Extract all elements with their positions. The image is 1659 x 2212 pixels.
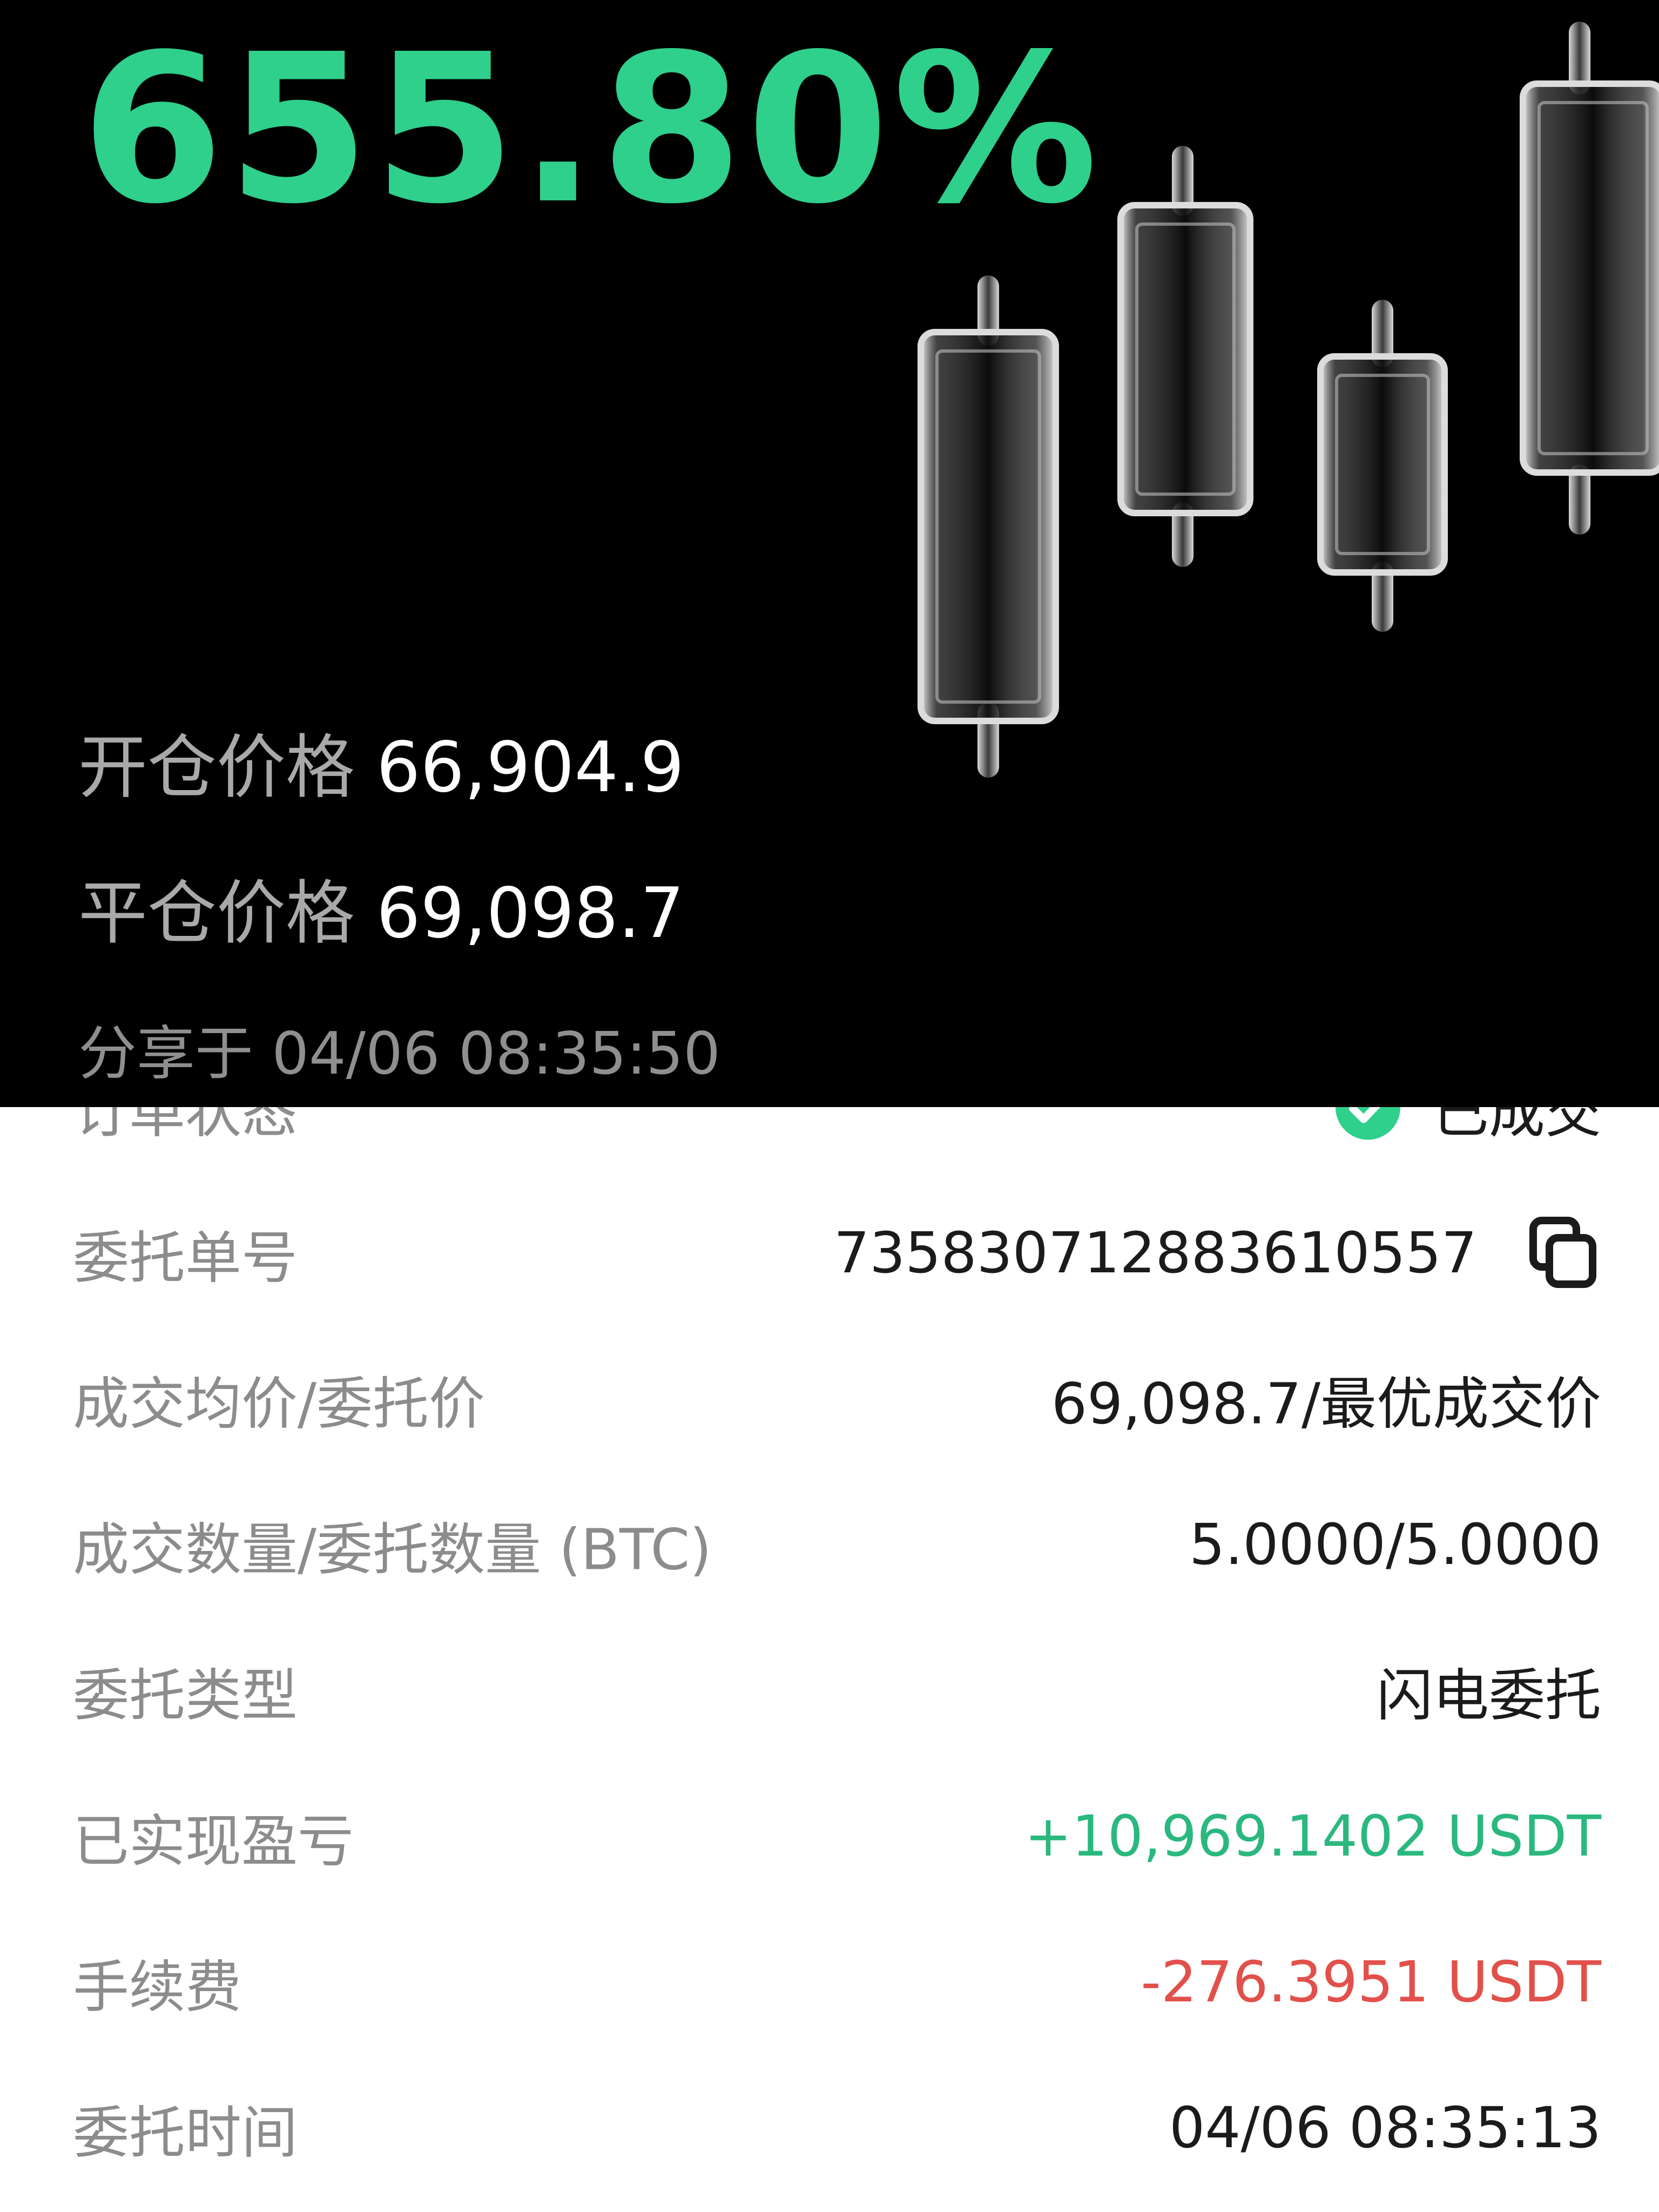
avg-price-label: 成交均价/委托价 (73, 1371, 485, 1437)
detail-row-avg-price: 成交均价/委托价 69,098.7/最优成交价 (73, 1355, 1601, 1442)
order-type-value: 闪电委托 (1376, 1662, 1601, 1729)
glass-candlesticks-illustration (918, 22, 1659, 778)
order-id-value-wrap: 735830712883610557 (834, 1215, 1601, 1291)
fee-label: 手续费 (73, 1954, 242, 2020)
quantity-value: 5.0000/5.0000 (1189, 1512, 1601, 1577)
copy-icon[interactable] (1526, 1215, 1601, 1291)
avg-price-value: 69,098.7/最优成交价 (1051, 1371, 1601, 1437)
detail-row-order-type: 委托类型 闪电委托 (73, 1647, 1601, 1734)
realized-pnl-label: 已实现盈亏 (73, 1808, 354, 1874)
close-price-label: 平仓价格 (78, 873, 355, 954)
share-timestamp: 分享于 04/06 08:35:50 (78, 1020, 720, 1088)
glass-candle-3 (1317, 300, 1448, 632)
order-id-value: 735830712883610557 (833, 1220, 1477, 1286)
detail-row-order-id: 委托单号 735830712883610557 (73, 1210, 1601, 1296)
glass-candle-2 (1117, 146, 1253, 567)
detail-row-quantity: 成交数量/委托数量 (BTC) 5.0000/5.0000 (73, 1501, 1601, 1588)
quantity-label: 成交数量/委托数量 (BTC) (73, 1516, 712, 1583)
order-detail-screen: 订单状态 已成交 委托单号 735830712883610557 成交均价/委托… (0, 0, 1659, 2212)
order-id-label: 委托单号 (73, 1225, 298, 1291)
realized-pnl-value: +10,969.1402 USDT (1024, 1803, 1601, 1869)
order-time-label: 委托时间 (73, 2100, 298, 2166)
close-price-row: 平仓价格 69,098.7 (78, 879, 684, 948)
share-card: 655.80% 开仓价格 66,904.9 平仓价格 69,098.7 分享于 … (0, 0, 1659, 1107)
glass-candle-4 (1520, 22, 1659, 535)
order-time-value: 04/06 08:35:13 (1169, 2095, 1601, 2161)
detail-row-realized-pnl: 已实现盈亏 +10,969.1402 USDT (73, 1793, 1601, 1879)
order-type-label: 委托类型 (73, 1662, 298, 1729)
detail-row-order-time: 委托时间 04/06 08:35:13 (73, 2085, 1601, 2171)
detail-row-fee: 手续费 -276.3951 USDT (73, 1939, 1601, 2025)
open-price-row: 开仓价格 66,904.9 (78, 733, 684, 802)
glass-candle-1 (918, 275, 1059, 778)
open-price-label: 开仓价格 (78, 727, 355, 808)
fee-value: -276.3951 USDT (1141, 1949, 1601, 2015)
close-price-value: 69,098.7 (376, 873, 685, 954)
open-price-value: 66,904.9 (376, 727, 685, 808)
